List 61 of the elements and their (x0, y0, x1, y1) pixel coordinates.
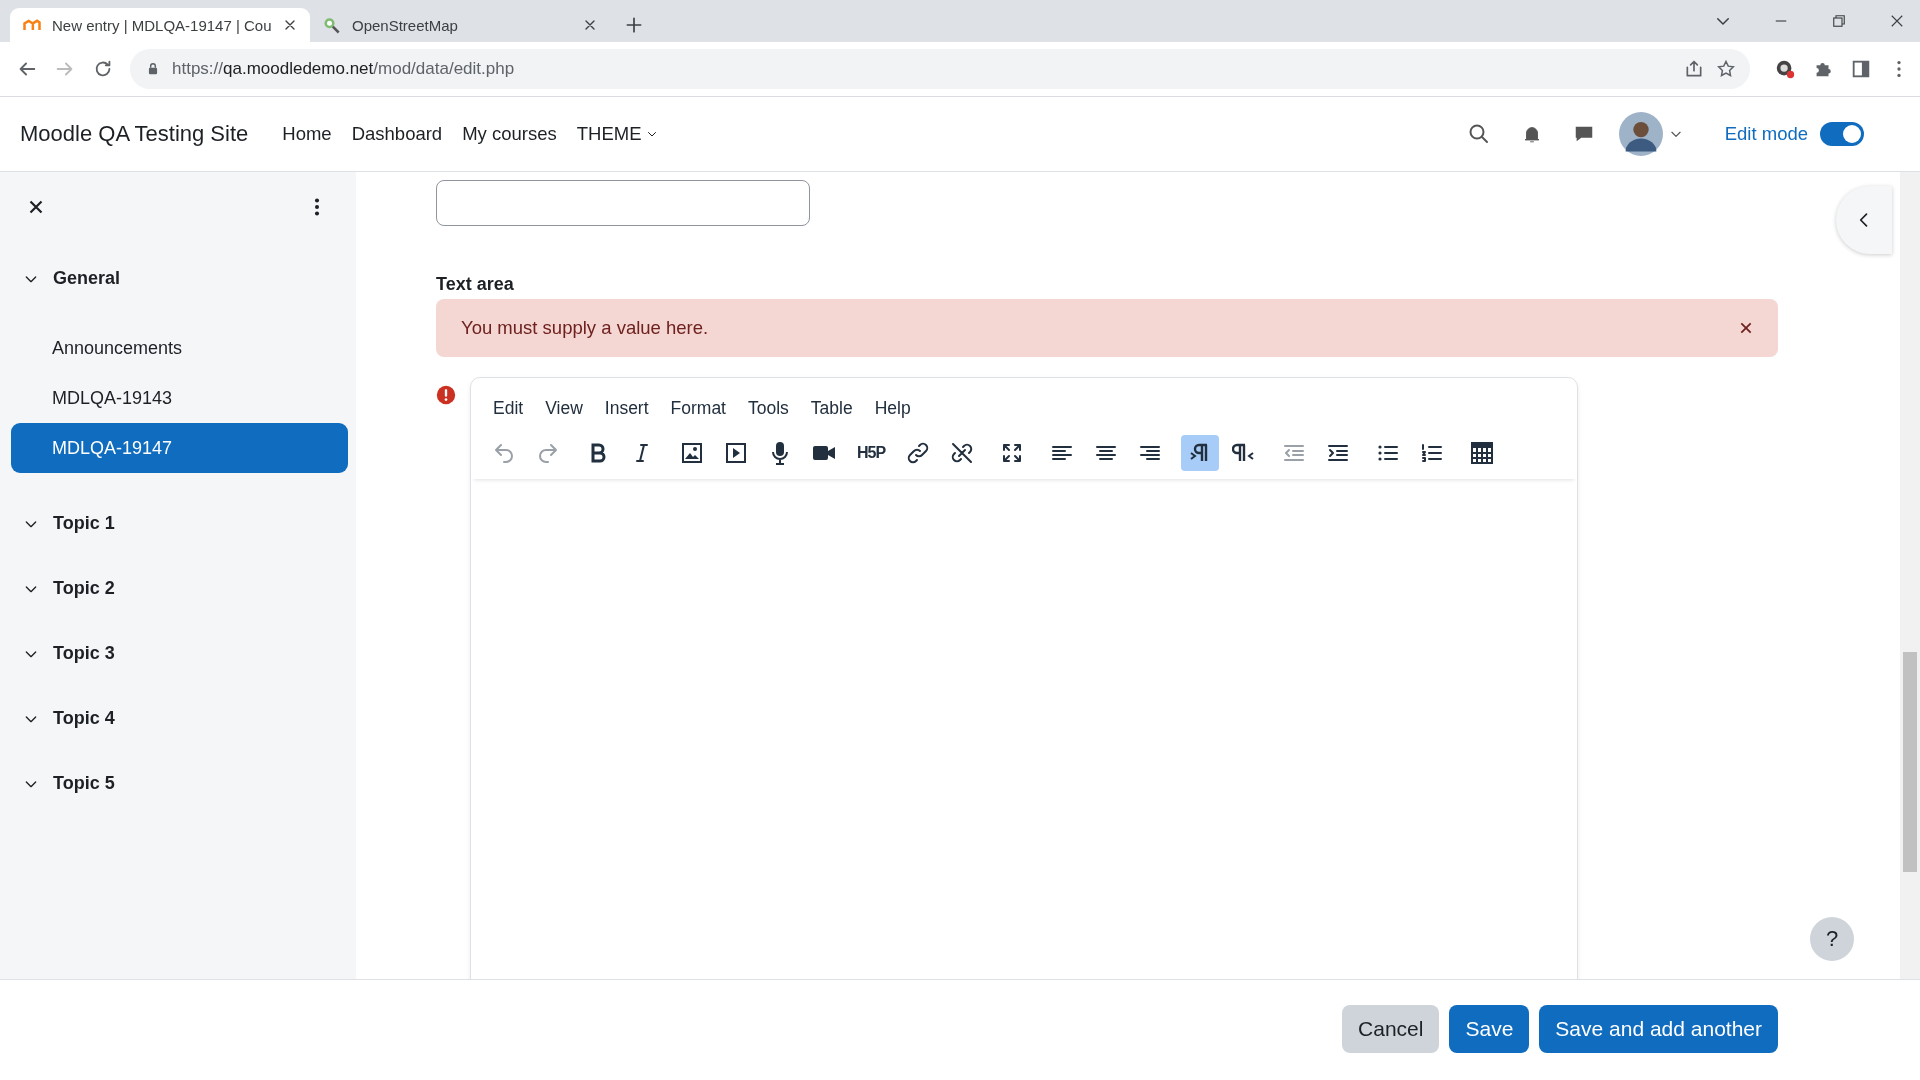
restore-icon[interactable] (1830, 12, 1848, 30)
tab-title: OpenStreetMap (352, 16, 459, 34)
menu-item[interactable]: Help (870, 396, 915, 421)
unlink-icon (950, 441, 974, 465)
field-label: Text area (436, 274, 515, 295)
magnifier-icon (322, 15, 342, 35)
fullscreen-icon (1000, 441, 1024, 465)
new-tab-icon[interactable] (624, 15, 644, 35)
cancel-button[interactable]: Cancel (1342, 1004, 1440, 1053)
error-message: You must supply a value here. (461, 317, 709, 339)
url-text: https://qa.moodledemo.net/mod/data/edit.php (172, 59, 515, 79)
section-heading[interactable]: Topic 1 (11, 503, 348, 544)
scrollbar-thumb[interactable] (1903, 652, 1917, 872)
nav-link[interactable]: Dashboard (351, 123, 443, 145)
star-icon[interactable] (1716, 59, 1736, 79)
media-icon (724, 441, 748, 465)
browser-tab[interactable]: New entry | MDLQA-19147 | Cou (10, 8, 310, 42)
section-heading[interactable]: Topic 5 (11, 763, 348, 804)
tab-title: New entry | MDLQA-19147 | Cou (52, 16, 272, 34)
section-heading[interactable]: Topic 2 (11, 568, 348, 609)
link-icon (906, 441, 930, 465)
menu-item[interactable]: Table (806, 396, 857, 421)
section-heading[interactable]: Topic 4 (11, 698, 348, 739)
menu-item[interactable]: Insert (600, 396, 653, 421)
menu-item[interactable]: Format (666, 396, 730, 421)
toolbar-button[interactable] (1181, 435, 1219, 471)
menu-item[interactable]: Edit (489, 396, 528, 421)
course-index-item[interactable]: MDLQA-19143 (11, 373, 348, 423)
extension-badge-icon[interactable] (1774, 58, 1796, 80)
address-bar[interactable]: https://qa.moodledemo.net/mod/data/edit.php (130, 49, 1750, 89)
numbered-list-icon (1420, 441, 1444, 465)
nav-link[interactable]: My courses (462, 123, 557, 145)
menu-item[interactable]: View (541, 396, 587, 421)
error-icon (436, 385, 456, 405)
save-button[interactable]: Save and add another (1539, 1004, 1778, 1053)
drawer-toggle-button[interactable] (1836, 186, 1892, 254)
menu-item[interactable]: Tools (744, 396, 793, 421)
edit-mode-label: Edit mode (1724, 123, 1808, 145)
undo-icon (492, 441, 516, 465)
save-button[interactable]: Save (1449, 1004, 1530, 1053)
table-icon (1470, 441, 1494, 465)
course-index-item[interactable]: MDLQA-19147 (11, 423, 348, 473)
scrollbar[interactable] (1900, 172, 1920, 979)
image-icon (680, 441, 704, 465)
section-heading[interactable]: Topic 3 (11, 633, 348, 674)
site-name[interactable]: Moodle QA Testing Site (20, 121, 249, 147)
lock-icon (146, 62, 160, 76)
avatar-icon[interactable] (1618, 112, 1663, 156)
side-panel-icon[interactable] (1850, 58, 1872, 80)
share-icon[interactable] (1684, 59, 1704, 79)
course-index-item[interactable]: Announcements (11, 323, 348, 373)
h5p-button[interactable]: H5P (849, 435, 893, 471)
text-field[interactable] (436, 180, 810, 226)
close-icon[interactable] (1738, 320, 1754, 336)
section-heading[interactable]: General (11, 258, 348, 299)
redo-icon (536, 441, 560, 465)
browser-tab[interactable]: OpenStreetMap (310, 8, 610, 42)
nav-link[interactable]: THEME (576, 123, 658, 145)
help-button[interactable]: ? (1810, 917, 1854, 961)
nav-link[interactable]: Home (282, 123, 332, 145)
edit-mode-switch[interactable] (1820, 122, 1864, 146)
